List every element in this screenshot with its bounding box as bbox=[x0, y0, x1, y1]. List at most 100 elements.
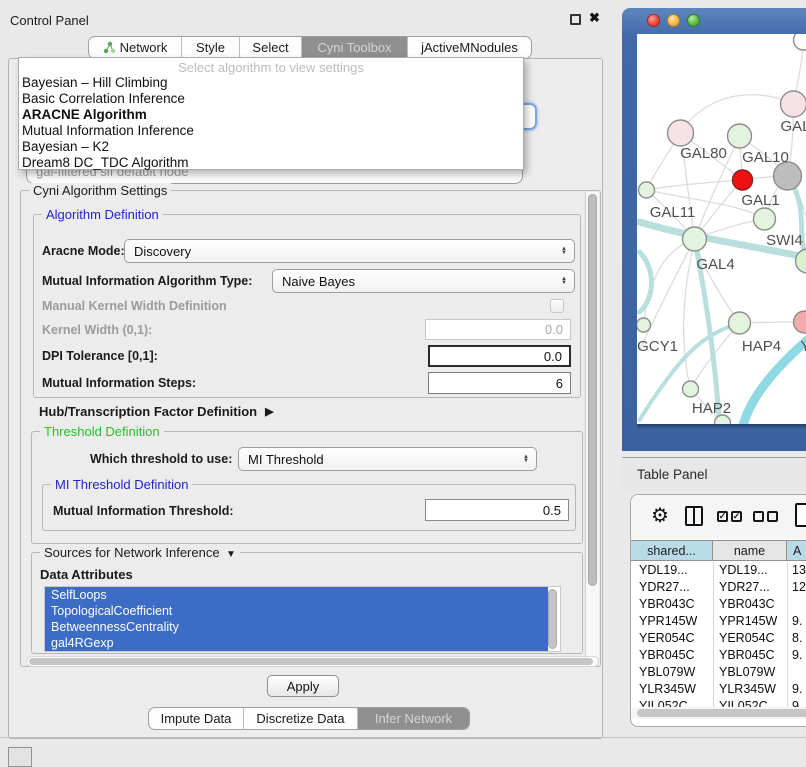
manual-kernel-checkbox[interactable] bbox=[550, 299, 564, 313]
window-zoom-button[interactable] bbox=[687, 14, 700, 27]
settings-hscrollbar-thumb[interactable] bbox=[29, 658, 593, 665]
tab-cyni-toolbox-label: Cyni Toolbox bbox=[317, 40, 391, 55]
float-panel-icon[interactable] bbox=[570, 14, 581, 25]
column-header-shared-name[interactable]: shared... bbox=[631, 541, 713, 560]
dpi-tolerance-field[interactable]: 0.0 bbox=[428, 345, 571, 367]
which-threshold-combo[interactable]: MI Threshold ▲▼ bbox=[238, 447, 537, 471]
table-hscrollbar-thumb[interactable] bbox=[637, 709, 806, 717]
settings-scrollbar-thumb[interactable] bbox=[588, 194, 597, 586]
bottom-partial-button[interactable] bbox=[8, 747, 32, 767]
hub-definition-toggle[interactable]: Hub/Transcription Factor Definition ▶ bbox=[39, 403, 274, 419]
cell-shared-name: YBL079W bbox=[639, 665, 695, 679]
top-tab-bar: Network Style Select Cyni Toolbox jActiv… bbox=[88, 36, 532, 59]
menu-item-dream8[interactable]: Dream8 DC_TDC Algorithm bbox=[22, 154, 523, 170]
apply-button[interactable]: Apply bbox=[267, 675, 339, 697]
menu-item-aracne[interactable]: ARACNE Algorithm bbox=[22, 106, 523, 122]
table-row[interactable]: YPR145W YPR145W 9. bbox=[631, 614, 806, 631]
cell-value: 9. bbox=[792, 614, 802, 628]
cell-name: YDL19... bbox=[719, 563, 768, 577]
mi-threshold-label: Mutual Information Threshold: bbox=[53, 500, 234, 522]
network-canvas[interactable]: GAL80 GAL10 GAL11 GAL1 GAL4 SWI4 GCY1 HA… bbox=[637, 34, 806, 424]
tab-network[interactable]: Network bbox=[89, 37, 181, 58]
network-graph: GAL80 GAL10 GAL11 GAL1 GAL4 SWI4 GCY1 HA… bbox=[637, 34, 806, 424]
which-threshold-value: MI Threshold bbox=[248, 452, 324, 467]
node-label: GCY1 bbox=[637, 338, 678, 355]
tab-select[interactable]: Select bbox=[239, 37, 301, 58]
tab-style[interactable]: Style bbox=[181, 37, 239, 58]
tab-jactivemnodules-label: jActiveMNodules bbox=[421, 40, 518, 55]
column-header-name[interactable]: name bbox=[713, 541, 787, 560]
show-columns-icon[interactable]: ✓✓ bbox=[717, 511, 742, 522]
split-columns-icon[interactable] bbox=[685, 506, 703, 526]
mi-type-label: Mutual Information Algorithm Type: bbox=[42, 269, 252, 293]
table-row[interactable]: YDR27... YDR27... 12 bbox=[631, 580, 806, 597]
which-threshold-label: Which threshold to use: bbox=[90, 447, 232, 471]
combo-stepper-icon: ▲▼ bbox=[561, 247, 574, 256]
sources-title-label: Sources for Network Inference bbox=[44, 545, 220, 560]
table-row[interactable]: YDL19... YDL19... 13 bbox=[631, 563, 806, 580]
algorithm-definition-title: Algorithm Definition bbox=[42, 207, 163, 222]
node-label: Y bbox=[800, 338, 806, 355]
mi-threshold-group: MI Threshold Definition Mutual Informati… bbox=[42, 484, 576, 531]
node-label: SWI4 bbox=[766, 232, 803, 249]
table-row[interactable]: YER054C YER054C 8. bbox=[631, 631, 806, 648]
menu-item-basic-correlation[interactable]: Basic Correlation Inference bbox=[22, 90, 523, 106]
settings-scrollbar[interactable] bbox=[585, 192, 599, 665]
list-item[interactable]: SelfLoops bbox=[45, 587, 548, 603]
cell-shared-name: YBR043C bbox=[639, 597, 695, 611]
node-label: HAP4 bbox=[742, 338, 781, 355]
aracne-mode-combo[interactable]: Discovery ▲▼ bbox=[124, 239, 575, 263]
list-item[interactable]: gal4RGexp bbox=[45, 635, 548, 651]
tab-infer-network[interactable]: Infer Network bbox=[357, 708, 469, 729]
table-row[interactable]: YBR043C YBR043C bbox=[631, 597, 806, 614]
kernel-width-value: 0.0 bbox=[545, 322, 563, 337]
list-item[interactable]: BetweennessCentrality bbox=[45, 619, 548, 635]
mi-type-combo[interactable]: Naive Bayes ▲▼ bbox=[272, 269, 575, 293]
column-header-partial[interactable]: A bbox=[787, 541, 806, 560]
control-panel-titlebar: Control Panel ✖ bbox=[2, 8, 610, 36]
list-scrollbar-thumb[interactable] bbox=[548, 589, 557, 649]
menu-item-bayesian-k2[interactable]: Bayesian – K2 bbox=[22, 138, 523, 154]
tab-impute-data[interactable]: Impute Data bbox=[149, 708, 243, 729]
tab-select-label: Select bbox=[252, 40, 288, 55]
table-row[interactable]: YBR045C YBR045C 9. bbox=[631, 648, 806, 665]
close-panel-icon[interactable]: ✖ bbox=[589, 10, 600, 26]
tab-cyni-toolbox[interactable]: Cyni Toolbox bbox=[301, 37, 407, 58]
node bbox=[774, 162, 802, 190]
mi-threshold-field[interactable]: 0.5 bbox=[425, 499, 569, 521]
document-icon[interactable] bbox=[795, 503, 806, 527]
sources-group: Sources for Network Inference ▼ Data Att… bbox=[31, 552, 583, 654]
cell-shared-name: YIL052C bbox=[639, 699, 688, 707]
cell-name: YER054C bbox=[719, 631, 775, 645]
node bbox=[733, 170, 753, 190]
gear-icon[interactable]: ⚙ bbox=[651, 503, 669, 528]
data-attributes-list[interactable]: SelfLoops TopologicalCoefficient Between… bbox=[44, 586, 561, 652]
cell-shared-name: YBR045C bbox=[639, 648, 695, 662]
table-row[interactable]: YIL052C YIL052C 9 bbox=[631, 699, 806, 707]
window-minimize-button[interactable] bbox=[667, 14, 680, 27]
table-row[interactable]: YBL079W YBL079W bbox=[631, 665, 806, 682]
node bbox=[781, 91, 806, 117]
list-item[interactable]: TopologicalCoefficient bbox=[45, 603, 548, 619]
hub-definition-label: Hub/Transcription Factor Definition bbox=[39, 404, 257, 419]
sources-title[interactable]: Sources for Network Inference ▼ bbox=[40, 545, 240, 560]
table-toolbar: ⚙ ✓✓ bbox=[631, 495, 806, 539]
table-hscrollbar[interactable] bbox=[631, 707, 806, 719]
mi-steps-field[interactable]: 6 bbox=[428, 372, 571, 394]
combo-stepper-icon: ▲▼ bbox=[523, 455, 536, 464]
settings-hscrollbar[interactable] bbox=[26, 656, 599, 667]
cell-name: YBR043C bbox=[719, 597, 775, 611]
menu-item-mutual-information[interactable]: Mutual Information Inference bbox=[22, 122, 523, 138]
cell-name: YBR045C bbox=[719, 648, 775, 662]
panel-title: Control Panel bbox=[10, 13, 89, 28]
aracne-mode-label: Aracne Mode: bbox=[42, 239, 125, 263]
table-row[interactable]: YLR345W YLR345W 9. bbox=[631, 682, 806, 699]
tab-discretize-data[interactable]: Discretize Data bbox=[243, 708, 357, 729]
node bbox=[728, 124, 752, 148]
cell-shared-name: YER054C bbox=[639, 631, 695, 645]
window-close-button[interactable] bbox=[647, 14, 660, 27]
hide-columns-icon[interactable] bbox=[753, 511, 778, 522]
menu-item-bayesian-hill-climbing[interactable]: Bayesian – Hill Climbing bbox=[22, 74, 523, 90]
tab-jactivemnodules[interactable]: jActiveMNodules bbox=[407, 37, 531, 58]
mi-threshold-group-title: MI Threshold Definition bbox=[51, 477, 192, 492]
